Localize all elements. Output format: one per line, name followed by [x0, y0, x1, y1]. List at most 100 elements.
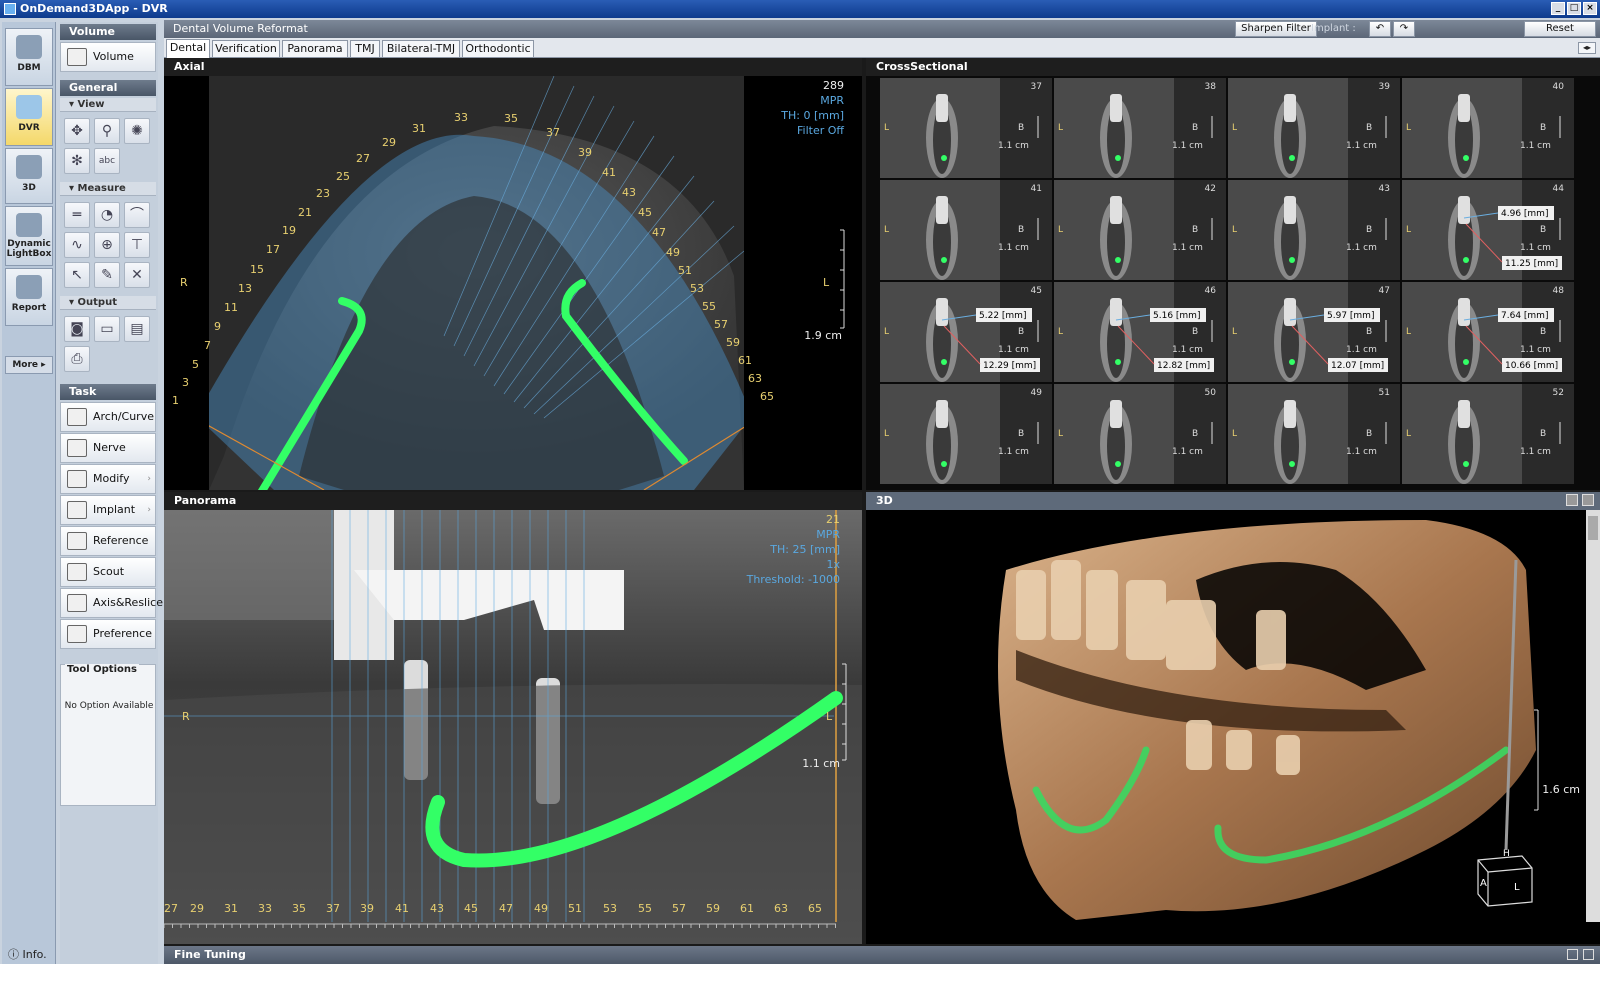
- undo-icon[interactable]: ↶: [1369, 21, 1391, 37]
- task-arch-curve-button[interactable]: Arch/Curve: [60, 402, 156, 432]
- more-button[interactable]: More ▸: [5, 356, 53, 374]
- tab-panorama[interactable]: Panorama: [282, 40, 348, 57]
- cross-section-cell[interactable]: 51 L B 1.1 cm: [1228, 384, 1400, 484]
- tab-tmj[interactable]: TMJ: [350, 40, 380, 57]
- close-button[interactable]: ×: [1583, 2, 1597, 15]
- info-button[interactable]: ⓘ Info.: [8, 946, 47, 962]
- chevron-right-icon: ›: [147, 505, 151, 515]
- cross-side-b: B: [1540, 429, 1546, 439]
- measurement-height: 11.25 [mm]: [1505, 259, 1558, 269]
- pan-icon[interactable]: ✥: [64, 118, 90, 144]
- cross-section-cell[interactable]: 43 L B 1.1 cm: [1228, 180, 1400, 280]
- arrow-annotation-icon[interactable]: ⊤: [124, 232, 150, 258]
- save-preset-icon[interactable]: [1567, 949, 1578, 960]
- tab-bilateral-tmj[interactable]: Bilateral-TMJ: [382, 40, 460, 57]
- cross-section-cell[interactable]: 45 L B 1.1 cm 5.22 [mm] 12.29 [mm]: [880, 282, 1052, 382]
- rail-dvr-button[interactable]: DVR: [5, 88, 53, 146]
- cross-section-cell[interactable]: 44 L B 1.1 cm 4.96 [mm] 11.25 [mm]: [1402, 180, 1574, 280]
- task-preference-button[interactable]: Preference: [60, 619, 156, 649]
- view-subheader[interactable]: ▾ View: [60, 98, 156, 112]
- cross-side-l: L: [1406, 123, 1411, 133]
- cross-side-b: B: [1540, 225, 1546, 235]
- profile-icon[interactable]: ∿: [64, 232, 90, 258]
- cross-section-cell[interactable]: 38 L B 1.1 cm: [1054, 78, 1226, 178]
- rail-3d-button[interactable]: 3D: [5, 148, 53, 204]
- maximize-view-icon[interactable]: [1582, 494, 1594, 506]
- tab-orthodontic[interactable]: Orthodontic: [462, 40, 534, 57]
- reset-button[interactable]: Reset: [1524, 21, 1596, 37]
- ruler-number: 43: [430, 902, 444, 915]
- task-scout-button[interactable]: Scout: [60, 557, 156, 587]
- minimize-button[interactable]: _: [1551, 2, 1565, 15]
- rail-report-button[interactable]: Report: [5, 268, 53, 326]
- view-header-label: View: [77, 99, 105, 110]
- cross-sectional-grid[interactable]: 37 L B 1.1 cm 38 L B 1.1 cm 39 L B 1.1 cm 40 L B 1.1 cm…: [866, 76, 1600, 490]
- sharpen-filter-button[interactable]: Sharpen Filter: [1235, 21, 1317, 37]
- 3d-viewport[interactable]: A L H 1.6 cm: [866, 510, 1600, 944]
- task-section-header[interactable]: Task: [60, 384, 156, 400]
- ruler-number: 51: [568, 902, 582, 915]
- arch-number: 59: [726, 336, 740, 349]
- tab-dental[interactable]: Dental: [166, 39, 210, 58]
- ruler-icon[interactable]: ═: [64, 202, 90, 228]
- tab-verification[interactable]: Verification: [212, 40, 280, 57]
- axial-viewport[interactable]: R L 1 3 5 7 9 11 13 15 17 19 21 23 25 27: [164, 76, 862, 490]
- task-modify-button[interactable]: Modify ›: [60, 464, 156, 494]
- cross-side-b: B: [1018, 123, 1024, 133]
- cross-section-cell[interactable]: 42 L B 1.1 cm: [1054, 180, 1226, 280]
- ruler-number: 49: [534, 902, 548, 915]
- cross-slice-number: 41: [1031, 184, 1042, 194]
- chevron-right-icon: ›: [147, 474, 151, 484]
- text-annotation-icon[interactable]: abc: [94, 148, 120, 174]
- area-icon[interactable]: ◔: [94, 202, 120, 228]
- task-implant-button[interactable]: Implant ›: [60, 495, 156, 525]
- general-section-header[interactable]: General: [60, 80, 156, 96]
- cross-side-l: L: [1058, 123, 1063, 133]
- panorama-viewport[interactable]: R L 27 29 31 33 35 37 39 41 43 45 47 49 …: [164, 510, 862, 944]
- task-nerve-button[interactable]: Nerve: [60, 433, 156, 463]
- cross-section-cell[interactable]: 52 L B 1.1 cm: [1402, 384, 1574, 484]
- rotate-icon[interactable]: ✻: [64, 148, 90, 174]
- cross-section-cell[interactable]: 47 L B 1.1 cm 5.97 [mm] 12.07 [mm]: [1228, 282, 1400, 382]
- select-pointer-icon[interactable]: ↖: [64, 262, 90, 288]
- camera-icon[interactable]: ◙: [64, 316, 90, 342]
- task-axis-reslice-button[interactable]: Axis&Reslice: [60, 588, 163, 618]
- cross-section-cell[interactable]: 39 L B 1.1 cm: [1228, 78, 1400, 178]
- cross-section-cell[interactable]: 40 L B 1.1 cm: [1402, 78, 1574, 178]
- cross-scale-label: 1.1 cm: [1520, 243, 1551, 253]
- cross-sectional-image: 37 L B 1.1 cm 38 L B 1.1 cm 39 L B 1.1 cm 40 L B 1.1 cm…: [880, 78, 1574, 484]
- zoom-icon[interactable]: ⚲: [94, 118, 120, 144]
- rail-lightbox-button[interactable]: Dynamic LightBox: [5, 206, 53, 266]
- fine-tuning-bar[interactable]: Fine Tuning: [164, 946, 1600, 964]
- circle-measure-icon[interactable]: ⊕: [94, 232, 120, 258]
- save-image-icon[interactable]: ▤: [124, 316, 150, 342]
- volume-button[interactable]: Volume: [60, 42, 156, 72]
- arch-number: 49: [666, 246, 680, 259]
- cross-scale-label: 1.1 cm: [998, 447, 1029, 457]
- cross-section-cell[interactable]: 49 L B 1.1 cm: [880, 384, 1052, 484]
- brightness-icon[interactable]: ✺: [124, 118, 150, 144]
- rail-dbm-button[interactable]: DBM: [5, 28, 53, 86]
- cross-section-cell[interactable]: 37 L B 1.1 cm: [880, 78, 1052, 178]
- cross-section-cell[interactable]: 41 L B 1.1 cm: [880, 180, 1052, 280]
- ruler-number: 63: [774, 902, 788, 915]
- layout-toggle-icon[interactable]: ◂▸: [1578, 42, 1596, 54]
- open-preset-icon[interactable]: [1583, 949, 1594, 960]
- task-reference-button[interactable]: Reference: [60, 526, 156, 556]
- redo-icon[interactable]: ↷: [1393, 21, 1415, 37]
- output-subheader[interactable]: ▾ Output: [60, 296, 156, 310]
- angle-icon[interactable]: ⌒: [124, 202, 150, 228]
- arch-number: 33: [454, 111, 468, 124]
- volume-section-header[interactable]: Volume: [60, 24, 156, 40]
- measure-subheader[interactable]: ▾ Measure: [60, 182, 156, 196]
- arch-number: 61: [738, 354, 752, 367]
- cross-section-cell[interactable]: 50 L B 1.1 cm: [1054, 384, 1226, 484]
- delete-all-icon[interactable]: ✕: [124, 262, 150, 288]
- cross-section-cell[interactable]: 46 L B 1.1 cm 5.16 [mm] 12.82 [mm]: [1054, 282, 1226, 382]
- print-icon[interactable]: ⎙: [64, 346, 90, 372]
- erase-icon[interactable]: ✎: [94, 262, 120, 288]
- maximize-button[interactable]: □: [1567, 2, 1581, 15]
- cross-section-cell[interactable]: 48 L B 1.1 cm 7.64 [mm] 10.66 [mm]: [1402, 282, 1574, 382]
- clipboard-icon[interactable]: ▭: [94, 316, 120, 342]
- layout-grid-icon[interactable]: [1566, 494, 1578, 506]
